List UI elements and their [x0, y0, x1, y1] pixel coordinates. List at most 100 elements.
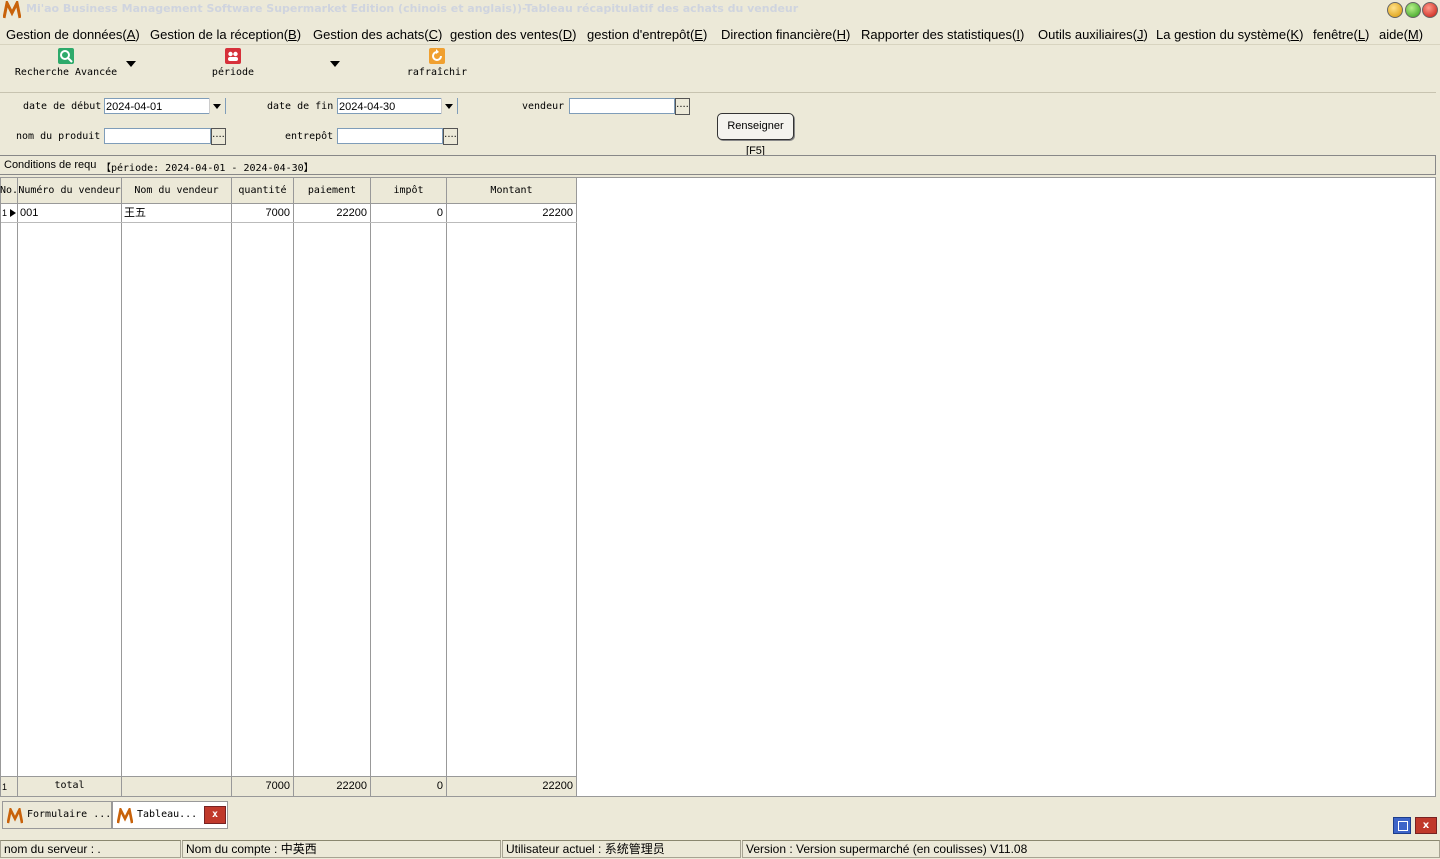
- warehouse-lookup-button[interactable]: ....: [443, 128, 458, 145]
- column-divider: [576, 777, 577, 796]
- totals-label: total: [54, 780, 85, 791]
- vendor-lookup-button[interactable]: ....: [675, 98, 690, 115]
- conditions-label: Conditions de requ: [4, 159, 96, 171]
- column-header-vendor-name[interactable]: Nom du vendeur: [122, 178, 232, 204]
- totals-row: 1 total 7000 22200 0 22200: [1, 776, 577, 796]
- column-divider: [293, 777, 294, 796]
- maximize-button[interactable]: [1405, 2, 1421, 18]
- vendor-purchase-grid[interactable]: No. Numéro du vendeur Nom du vendeur qua…: [0, 177, 1436, 797]
- row-indicator-icon: [10, 209, 16, 217]
- menu-warehouse[interactable]: gestion d'entrepôt(E): [587, 27, 707, 42]
- product-lookup-button[interactable]: ....: [211, 128, 226, 145]
- end-date-label: date de fin: [267, 101, 334, 112]
- period-icon: [225, 48, 241, 64]
- column-header-amount[interactable]: Montant: [447, 178, 577, 204]
- menu-bar: Gestion de données(A) Gestion de la réce…: [0, 24, 1440, 45]
- end-date-field[interactable]: 2024-04-30: [337, 98, 458, 114]
- column-divider: [121, 777, 122, 796]
- start-date-field[interactable]: 2024-04-01: [104, 98, 226, 114]
- column-divider: [121, 204, 122, 776]
- totals-count: 1: [2, 782, 8, 792]
- column-divider: [370, 777, 371, 796]
- window-tab-bar: Formulaire ... Tableau... x x: [0, 799, 1440, 834]
- refresh-icon: [429, 48, 445, 64]
- column-divider: [446, 777, 447, 796]
- close-window-button[interactable]: [1422, 2, 1438, 18]
- vendor-number-cell[interactable]: 001: [20, 204, 120, 222]
- column-divider: [293, 204, 294, 776]
- advanced-search-button[interactable]: Recherche Avancée: [12, 48, 120, 78]
- close-child-window-button[interactable]: x: [1415, 817, 1437, 834]
- window-title: Mi'ao Business Management Software Super…: [26, 2, 799, 15]
- column-divider: [231, 204, 232, 776]
- menu-system[interactable]: La gestion du système(K): [1156, 27, 1303, 42]
- vendor-name-cell[interactable]: 王五: [124, 204, 229, 222]
- menu-finance[interactable]: Direction financière(H): [721, 27, 850, 42]
- start-date-dropdown-icon[interactable]: [209, 98, 225, 114]
- menu-data-management[interactable]: Gestion de données(A): [6, 27, 140, 42]
- menu-reception[interactable]: Gestion de la réception(B): [150, 27, 301, 42]
- total-quantity: 7000: [265, 780, 290, 792]
- menu-help[interactable]: aide(M): [1379, 27, 1423, 42]
- status-user: Utilisateur actuel : 系统管理员: [502, 840, 741, 858]
- product-label: nom du produit: [16, 131, 101, 142]
- toolbar: Recherche Avancée période rafraîchir: [0, 46, 1436, 93]
- column-header-quantity[interactable]: quantité: [232, 178, 294, 204]
- end-date-dropdown-icon[interactable]: [441, 98, 457, 114]
- status-version: Version : Version supermarché (en coulis…: [742, 840, 1440, 858]
- column-divider: [17, 204, 18, 776]
- period-label: période: [211, 67, 255, 78]
- close-tab-button[interactable]: x: [204, 806, 226, 824]
- column-divider: [446, 204, 447, 776]
- menu-sales[interactable]: gestion des ventes(D): [450, 27, 576, 42]
- menu-window[interactable]: fenêtre(L): [1313, 27, 1369, 42]
- period-button[interactable]: période: [198, 48, 268, 78]
- column-header-vendor-number[interactable]: Numéro du vendeur: [18, 178, 122, 204]
- chevron-down-icon[interactable]: [126, 61, 136, 67]
- total-tax: 0: [436, 780, 443, 792]
- restore-icon[interactable]: [1393, 817, 1411, 834]
- query-conditions-bar: Conditions de requ 【période: 2024-04-01 …: [0, 155, 1436, 175]
- vendor-field[interactable]: [569, 98, 675, 114]
- amount-cell[interactable]: 22200: [447, 204, 573, 222]
- search-button[interactable]: Renseigner [F5]: [717, 113, 794, 157]
- tab-label: Formulaire ...: [27, 809, 112, 820]
- column-header-payment[interactable]: paiement: [294, 178, 371, 204]
- menu-purchases[interactable]: Gestion des achats(C): [313, 27, 442, 42]
- tab-label: Tableau...: [137, 809, 198, 820]
- tax-cell[interactable]: 0: [371, 204, 443, 222]
- column-divider: [17, 777, 18, 796]
- tab-formulaire[interactable]: Formulaire ...: [2, 801, 112, 829]
- row-number: 1: [2, 208, 8, 218]
- conditions-value: 【période: 2024-04-01 - 2024-04-30】: [101, 163, 314, 174]
- warehouse-label: entrepôt: [285, 131, 334, 142]
- payment-cell[interactable]: 22200: [294, 204, 367, 222]
- chevron-down-icon[interactable]: [330, 61, 340, 67]
- column-divider: [231, 777, 232, 796]
- menu-statistics[interactable]: Rapporter des statistiques(I): [861, 27, 1024, 42]
- app-logo-icon: [3, 1, 21, 19]
- column-header-no[interactable]: No.: [0, 178, 18, 204]
- product-field[interactable]: [104, 128, 211, 144]
- minimize-button[interactable]: [1387, 2, 1403, 18]
- title-bar: Mi'ao Business Management Software Super…: [0, 0, 1440, 20]
- total-amount: 22200: [542, 780, 573, 792]
- quantity-cell[interactable]: 7000: [232, 204, 290, 222]
- column-divider: [370, 204, 371, 776]
- tab-tableau[interactable]: Tableau... x: [112, 801, 228, 829]
- start-date-label: date de début: [23, 101, 102, 112]
- warehouse-field[interactable]: [337, 128, 443, 144]
- column-header-tax[interactable]: impôt: [371, 178, 447, 204]
- app-logo-icon: [117, 808, 133, 824]
- app-logo-icon: [7, 808, 23, 824]
- end-date-value: 2024-04-30: [339, 101, 396, 113]
- advanced-search-label: Recherche Avancée: [14, 67, 118, 78]
- total-payment: 22200: [336, 780, 367, 792]
- menu-tools[interactable]: Outils auxiliaires(J): [1038, 27, 1148, 42]
- status-server: nom du serveur : .: [0, 840, 181, 858]
- row-divider: [1, 222, 577, 223]
- start-date-value: 2024-04-01: [106, 101, 163, 113]
- status-bar: nom du serveur : . Nom du compte : 中英西 U…: [0, 839, 1440, 859]
- table-row[interactable]: 1 001 王五 7000 22200 0 22200: [1, 204, 577, 223]
- refresh-button[interactable]: rafraîchir: [401, 48, 473, 78]
